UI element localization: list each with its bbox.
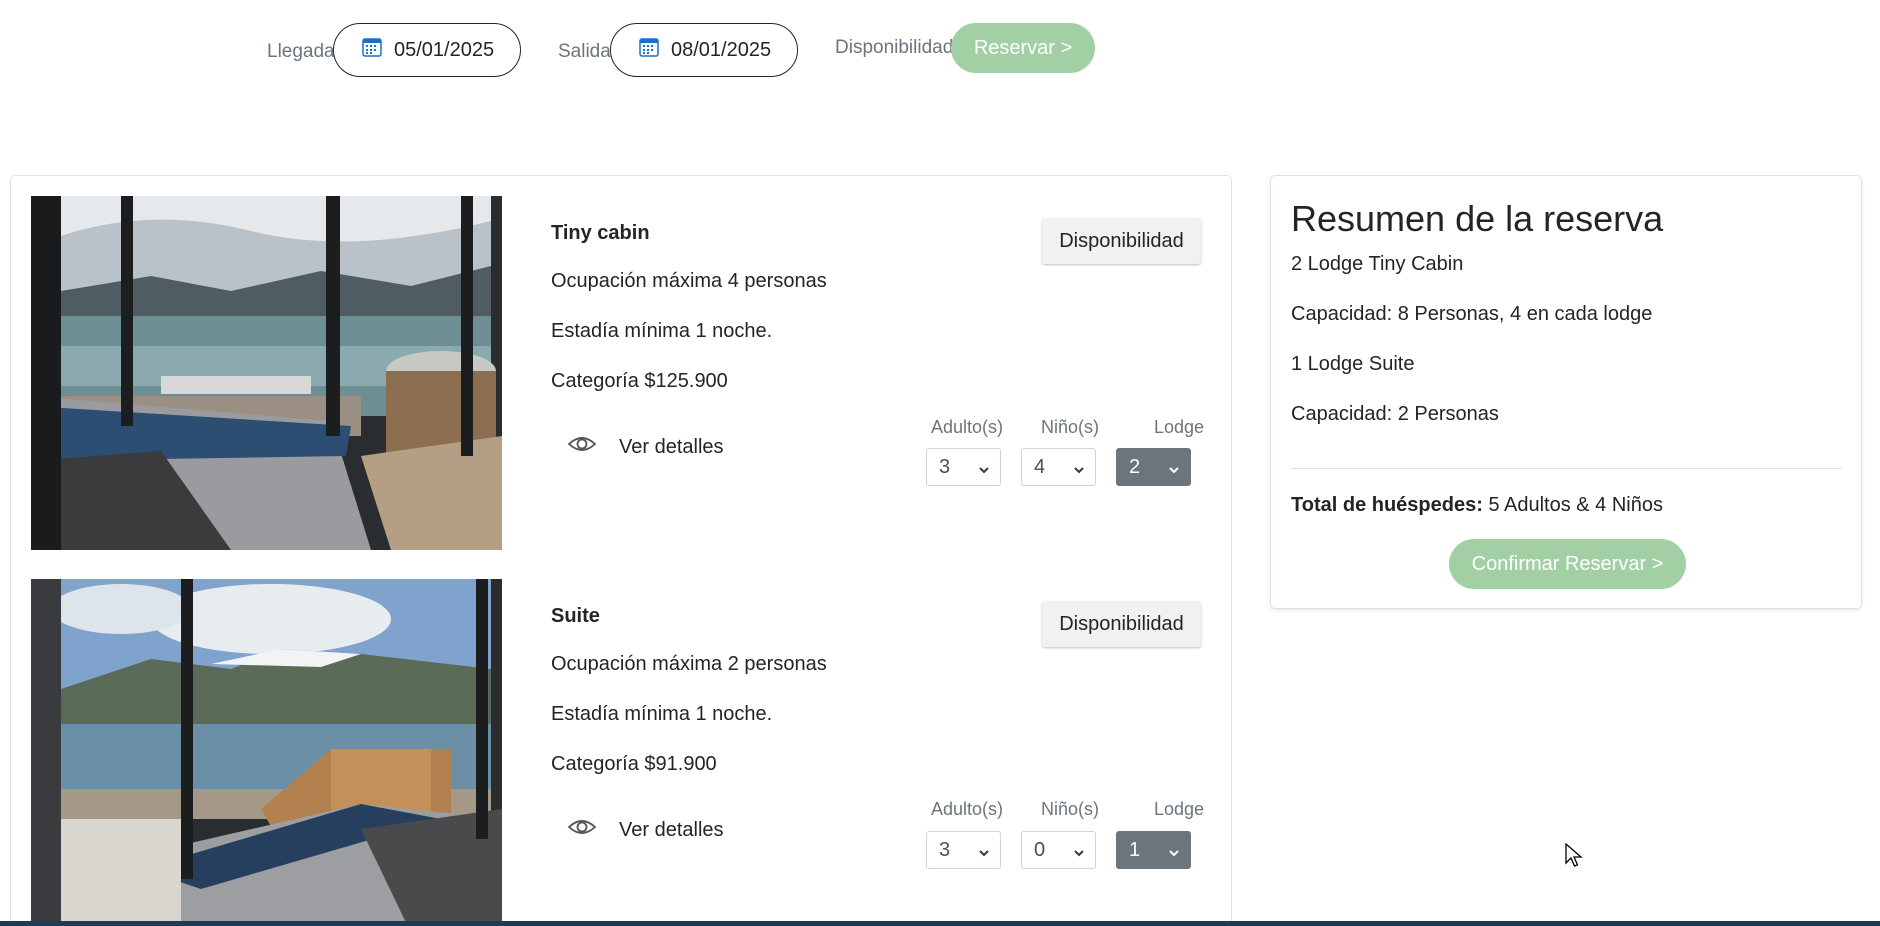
- children-label: Niño(s): [1041, 799, 1100, 819]
- children-select-value: 0: [1034, 838, 1046, 861]
- summary-line: Capacidad: 8 Personas, 4 en cada lodge: [1291, 303, 1653, 325]
- summary-line: 1 Lodge Suite: [1291, 353, 1415, 375]
- calendar-icon: [362, 37, 382, 63]
- view-details-label: Ver detalles: [619, 435, 724, 458]
- room-photo: [31, 579, 502, 926]
- mouse-cursor-icon: [1565, 842, 1583, 874]
- summary-line: 2 Lodge Tiny Cabin: [1291, 253, 1464, 275]
- lodge-label: Lodge: [1154, 417, 1205, 437]
- children-label: Niño(s): [1041, 417, 1100, 437]
- eye-icon: [567, 434, 597, 460]
- rooms-card: Tiny cabin Ocupación máxima 4 personas E…: [10, 175, 1232, 926]
- room-card-suite: Suite Ocupación máxima 2 personas Estadí…: [11, 559, 1233, 926]
- chevron-down-icon: [1167, 460, 1181, 483]
- chevron-down-icon: [977, 843, 991, 866]
- children-select-value: 4: [1034, 455, 1046, 478]
- summary-divider: [1291, 468, 1842, 469]
- room-card-tiny-cabin: Tiny cabin Ocupación máxima 4 personas E…: [11, 176, 1233, 550]
- adults-select-value: 3: [939, 455, 951, 478]
- departure-label: Salida: [558, 41, 611, 62]
- lodge-label: Lodge: [1154, 799, 1205, 819]
- eye-icon: [567, 817, 597, 843]
- room-name: Tiny cabin: [551, 222, 650, 244]
- calendar-icon: [639, 37, 659, 63]
- departure-date-value: 08/01/2025: [671, 38, 772, 61]
- view-details-label: Ver detalles: [619, 818, 724, 841]
- chevron-down-icon: [1072, 843, 1086, 866]
- chevron-down-icon: [1167, 843, 1181, 866]
- summary-title: Resumen de la reserva: [1291, 198, 1664, 239]
- lodge-select[interactable]: 2: [1116, 448, 1191, 486]
- room-occupancy: Ocupación máxima 4 personas: [551, 270, 827, 292]
- lodge-select[interactable]: 1: [1116, 831, 1191, 869]
- arrival-date-field[interactable]: 05/01/2025: [333, 23, 521, 77]
- room-min-stay: Estadía mínima 1 noche.: [551, 703, 773, 725]
- booking-summary-card: Resumen de la reserva 2 Lodge Tiny Cabin…: [1270, 175, 1862, 609]
- children-select[interactable]: 0: [1021, 831, 1096, 869]
- lodge-select-value: 1: [1129, 838, 1141, 861]
- search-bar: Llegada 05/01/2025 Salida 08/01/2025 Dis…: [0, 0, 1880, 100]
- room-occupancy: Ocupación máxima 2 personas: [551, 653, 827, 675]
- view-details-link[interactable]: Ver detalles: [567, 434, 724, 460]
- arrival-date-value: 05/01/2025: [394, 38, 495, 61]
- departure-date-field[interactable]: 08/01/2025: [610, 23, 798, 77]
- view-details-link[interactable]: Ver detalles: [567, 817, 724, 843]
- availability-button[interactable]: Disponibilidad: [1042, 601, 1201, 647]
- total-guests-value: 5 Adultos & 4 Niños: [1482, 494, 1663, 516]
- room-min-stay: Estadía mínima 1 noche.: [551, 320, 773, 342]
- lodge-select-value: 2: [1129, 455, 1141, 478]
- availability-label: Disponibilidad: [835, 37, 954, 58]
- chevron-down-icon: [1072, 460, 1086, 483]
- confirm-reservation-button[interactable]: Confirmar Reservar >: [1449, 539, 1686, 589]
- adults-label: Adulto(s): [931, 799, 1004, 819]
- adults-select-value: 3: [939, 838, 951, 861]
- bottom-bar: [0, 921, 1880, 926]
- total-guests-label: Total de huéspedes:: [1291, 494, 1483, 516]
- arrival-label: Llegada: [267, 41, 335, 62]
- room-name: Suite: [551, 605, 600, 627]
- summary-line: Capacidad: 2 Personas: [1291, 403, 1499, 425]
- adults-label: Adulto(s): [931, 417, 1004, 437]
- room-photo: [31, 196, 502, 550]
- adults-select[interactable]: 3: [926, 831, 1001, 869]
- availability-button[interactable]: Disponibilidad: [1042, 218, 1201, 264]
- chevron-down-icon: [977, 460, 991, 483]
- room-category-price: Categoría $91.900: [551, 753, 717, 775]
- reserve-button[interactable]: Reservar >: [951, 23, 1095, 73]
- children-select[interactable]: 4: [1021, 448, 1096, 486]
- room-category-price: Categoría $125.900: [551, 370, 728, 392]
- adults-select[interactable]: 3: [926, 448, 1001, 486]
- total-guests: Total de huéspedes: 5 Adultos & 4 Niños: [1291, 494, 1663, 517]
